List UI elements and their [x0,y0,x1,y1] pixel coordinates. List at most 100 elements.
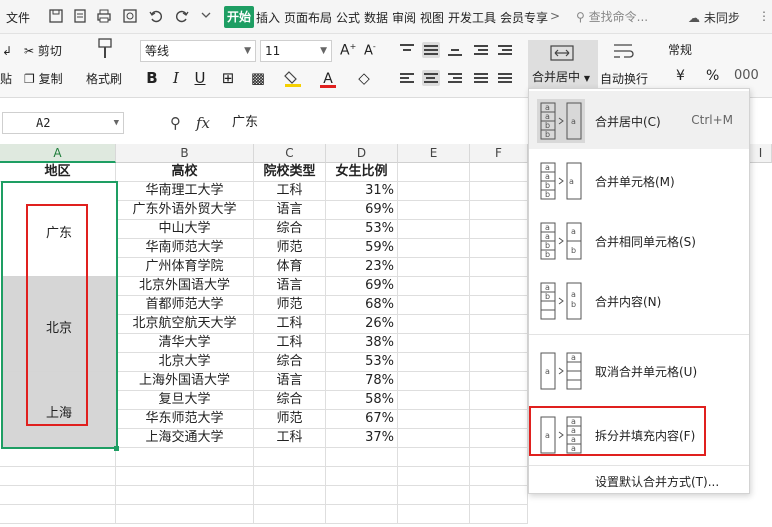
save-icon[interactable] [48,8,64,24]
tab-start[interactable]: 开始 [224,6,254,28]
table-cell[interactable]: 北京大学 [116,353,254,372]
empty-cell[interactable] [398,372,470,391]
menu-item-default-merge-setting[interactable]: 设置默认合并方式(T)... [595,473,719,490]
empty-cell[interactable] [470,258,528,277]
table-cell[interactable]: 复旦大学 [116,391,254,410]
table-cell[interactable]: 工科 [254,334,326,353]
empty-cell[interactable] [116,467,254,486]
empty-cell[interactable] [470,220,528,239]
sync-status[interactable]: ☁ 未同步 [688,9,740,26]
table-cell[interactable]: 师范 [254,239,326,258]
table-cell[interactable]: 师范 [254,410,326,429]
table-cell[interactable]: 67% [326,410,398,429]
fill-color-icon[interactable] [284,68,304,88]
empty-cell[interactable] [470,296,528,315]
menu-item-merge-same-cells[interactable]: aabbab 合并相同单元格(S) [529,211,749,269]
tab-page-layout[interactable]: 页面布局 [284,9,332,26]
font-name-select[interactable]: 等线 ▼ [140,40,256,62]
justify-icon[interactable] [472,70,490,86]
empty-cell[interactable] [470,315,528,334]
header-cell[interactable]: 院校类型 [254,163,326,182]
empty-cell[interactable] [398,353,470,372]
table-cell[interactable]: 语言 [254,201,326,220]
zoom-formula-icon[interactable]: ⚲ [170,114,181,132]
table-cell[interactable]: 69% [326,201,398,220]
currency-button[interactable]: ¥ [676,68,685,84]
table-cell[interactable]: 37% [326,429,398,448]
table-cell[interactable]: 53% [326,353,398,372]
table-cell[interactable]: 综合 [254,391,326,410]
table-cell[interactable]: 综合 [254,353,326,372]
empty-cell[interactable] [0,505,116,524]
italic-button[interactable]: I [166,68,186,88]
empty-cell[interactable] [470,163,528,182]
table-cell[interactable]: 语言 [254,372,326,391]
table-cell[interactable]: 语言 [254,277,326,296]
indent-increase-icon[interactable] [496,42,514,58]
empty-cell[interactable] [398,334,470,353]
format-painter-icon[interactable] [96,38,114,63]
align-center-icon[interactable] [422,70,440,86]
empty-cell[interactable] [398,505,470,524]
empty-cell[interactable] [398,277,470,296]
zoom-preview-icon[interactable] [122,8,138,24]
table-cell[interactable]: 华东师范大学 [116,410,254,429]
menu-item-merge-content[interactable]: abab 合并内容(N) [529,271,749,329]
empty-cell[interactable] [0,467,116,486]
tab-developer[interactable]: 开发工具 [448,9,496,26]
more-quick-actions-icon[interactable] [200,10,216,26]
empty-cell[interactable] [398,239,470,258]
table-cell[interactable]: 23% [326,258,398,277]
empty-cell[interactable] [0,448,116,467]
table-cell[interactable]: 69% [326,277,398,296]
align-bottom-icon[interactable] [446,42,464,58]
wrap-text-button[interactable]: 自动换行 [600,70,648,87]
empty-cell[interactable] [398,182,470,201]
header-cell[interactable]: 高校 [116,163,254,182]
align-right-icon[interactable] [446,70,464,86]
clear-format-icon[interactable]: ◇ [354,68,374,88]
print-icon[interactable] [96,8,112,24]
column-header-b[interactable]: B [116,144,254,163]
menu-item-merge-center[interactable]: aabba 合并居中(C) Ctrl+M [529,91,749,149]
font-color-button[interactable]: A [318,68,338,88]
empty-cell[interactable] [470,372,528,391]
table-cell[interactable]: 综合 [254,220,326,239]
table-cell[interactable]: 工科 [254,315,326,334]
empty-cell[interactable] [0,486,116,505]
empty-cell[interactable] [398,258,470,277]
indent-decrease-icon[interactable] [472,42,490,58]
table-cell[interactable]: 北京航空航天大学 [116,315,254,334]
menu-item-unmerge[interactable]: aa 取消合并单元格(U) [529,341,749,399]
empty-cell[interactable] [470,391,528,410]
column-header-i[interactable]: I [750,144,772,163]
copy-button[interactable]: ❐ 复制 [24,70,63,87]
table-cell[interactable]: 华南理工大学 [116,182,254,201]
empty-cell[interactable] [470,448,528,467]
percent-button[interactable]: % [706,68,719,84]
underline-button[interactable]: U [190,68,210,88]
tab-review[interactable]: 审阅 [392,9,416,26]
table-cell[interactable]: 广州体育学院 [116,258,254,277]
empty-cell[interactable] [398,163,470,182]
format-painter-button[interactable]: 格式刷 [86,70,122,87]
empty-cell[interactable] [470,505,528,524]
table-cell[interactable]: 上海外国语大学 [116,372,254,391]
print-preview-icon[interactable] [72,8,88,24]
table-cell[interactable]: 广东外语外贸大学 [116,201,254,220]
column-header-d[interactable]: D [326,144,398,163]
font-size-select[interactable]: 11 ▼ [260,40,332,62]
menu-item-merge-cells[interactable]: aabba 合并单元格(M) [529,151,749,209]
empty-cell[interactable] [470,486,528,505]
empty-cell[interactable] [326,505,398,524]
table-cell[interactable]: 38% [326,334,398,353]
table-cell[interactable]: 68% [326,296,398,315]
decrease-font-icon[interactable]: A- [364,42,376,58]
empty-cell[interactable] [470,353,528,372]
merge-center-button[interactable]: 合并居中 ▼ [528,40,598,88]
thousands-separator-icon[interactable]: 000 [734,68,759,83]
column-header-c[interactable]: C [254,144,326,163]
function-icon[interactable]: fx [196,114,210,132]
empty-cell[interactable] [398,220,470,239]
empty-cell[interactable] [398,448,470,467]
